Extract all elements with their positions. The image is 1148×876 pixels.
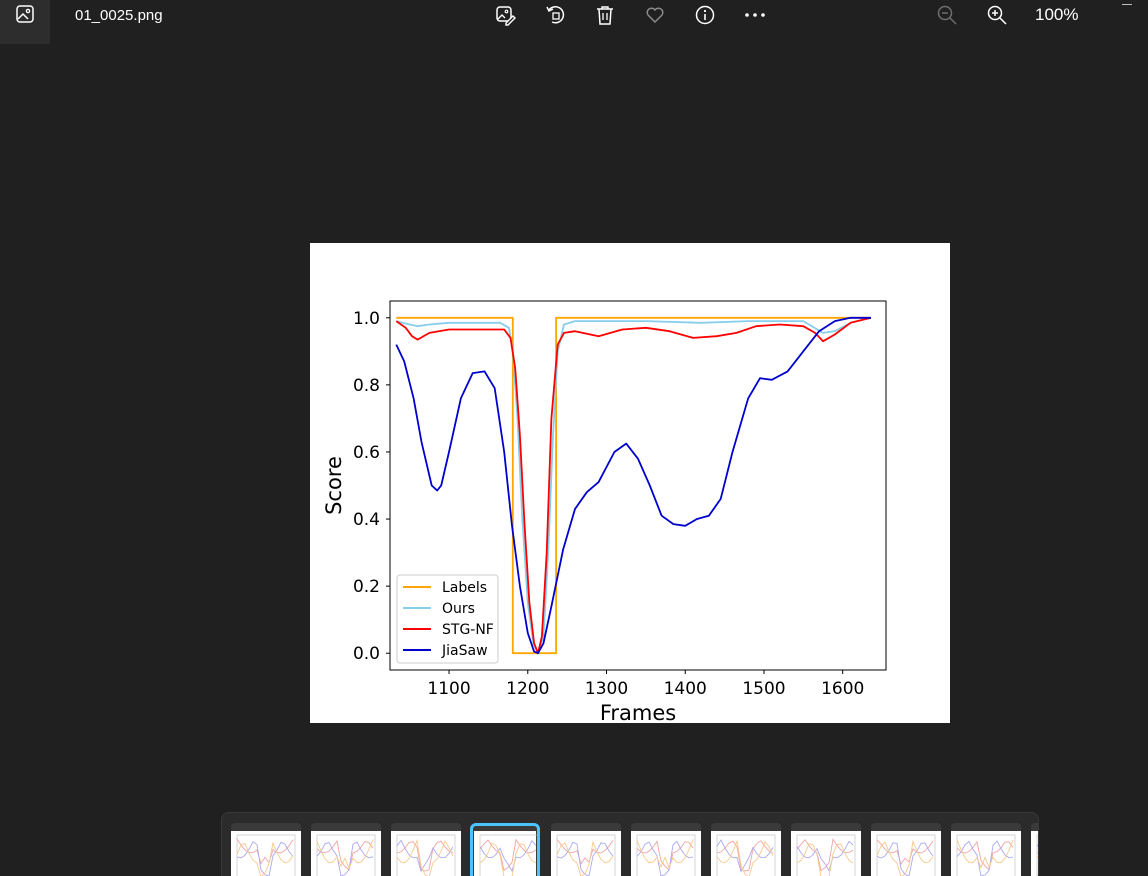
minimize-button[interactable] — [1120, 0, 1136, 10]
edit-image-icon — [496, 6, 516, 26]
thumbnail-image — [391, 831, 461, 876]
filmstrip-thumbnail[interactable] — [551, 823, 621, 876]
filmstrip-thumbnail[interactable] — [311, 823, 381, 876]
filmstrip-thumbnail[interactable] — [231, 823, 301, 876]
more-icon — [745, 13, 765, 17]
favorite-button[interactable] — [642, 3, 668, 27]
app-icon-button[interactable] — [0, 0, 50, 44]
x-axis-label: Frames — [600, 701, 676, 723]
x-tick-label: 1500 — [742, 679, 785, 699]
heart-icon — [646, 7, 664, 24]
y-tick-label: 0.4 — [353, 510, 380, 530]
filmstrip-thumbnail[interactable] — [951, 823, 1021, 876]
filmstrip-thumbnail-selected[interactable] — [470, 823, 540, 876]
legend-entry: JiaSaw — [441, 643, 488, 659]
legend-entry: STG-NF — [442, 622, 494, 638]
y-tick-label: 0.8 — [353, 376, 380, 396]
legend-entry: Ours — [442, 601, 475, 617]
info-icon — [695, 5, 715, 25]
filmstrip-thumbnail[interactable] — [791, 823, 861, 876]
zoom-in-icon — [987, 5, 1007, 25]
thumbnail-image — [551, 831, 621, 876]
filmstrip-thumbnail[interactable] — [711, 823, 781, 876]
thumbnail-image — [711, 831, 781, 876]
image-icon — [16, 5, 34, 23]
y-tick-label: 0.6 — [353, 443, 380, 463]
x-tick-label: 1200 — [506, 679, 549, 699]
thumbnail-image — [231, 831, 301, 876]
thumbnail-image — [631, 831, 701, 876]
thumbnail-image — [791, 831, 861, 876]
x-tick-label: 1100 — [427, 679, 470, 699]
info-button[interactable] — [692, 3, 718, 27]
zoom-in-button[interactable] — [984, 3, 1010, 27]
thumbnail-image — [474, 831, 537, 876]
trash-icon — [597, 6, 613, 25]
delete-button[interactable] — [592, 3, 618, 27]
image-canvas: 1100 1200 1300 1400 1500 1600 0.0 0.2 0.4 0.6 0.8 1… — [310, 243, 950, 723]
thumbnail-image — [951, 831, 1021, 876]
file-name: 01_0025.png — [75, 7, 163, 24]
x-tick-label: 1600 — [821, 679, 864, 699]
zoom-level[interactable]: 100% — [1035, 5, 1078, 25]
rotate-button[interactable] — [542, 3, 568, 27]
y-tick-label: 1.0 — [353, 309, 380, 329]
zoom-out-icon — [937, 5, 957, 25]
zoom-out-button[interactable] — [934, 3, 960, 27]
thumbnail-image — [1031, 831, 1038, 876]
title-toolbar: 01_0025.png 100% — [0, 0, 1148, 44]
filmstrip-thumbnail[interactable] — [631, 823, 701, 876]
x-tick-label: 1400 — [664, 679, 707, 699]
edit-image-button[interactable] — [492, 3, 518, 27]
rotate-icon — [546, 6, 565, 24]
y-tick-label: 0.2 — [353, 577, 380, 597]
y-axis-label: Score — [322, 456, 346, 515]
more-button[interactable] — [742, 3, 768, 27]
filmstrip-thumbnail[interactable] — [391, 823, 461, 876]
thumbnail-image — [311, 831, 381, 876]
filmstrip-thumbnail[interactable] — [1031, 823, 1038, 876]
filmstrip — [221, 812, 1039, 876]
thumbnail-image — [871, 831, 941, 876]
filmstrip-thumbnail[interactable] — [871, 823, 941, 876]
x-tick-label: 1300 — [585, 679, 628, 699]
y-tick-label: 0.0 — [353, 644, 380, 664]
line-chart: 1100 1200 1300 1400 1500 1600 0.0 0.2 0.4 0.6 0.8 1… — [322, 300, 887, 723]
legend-entry: Labels — [442, 580, 487, 596]
